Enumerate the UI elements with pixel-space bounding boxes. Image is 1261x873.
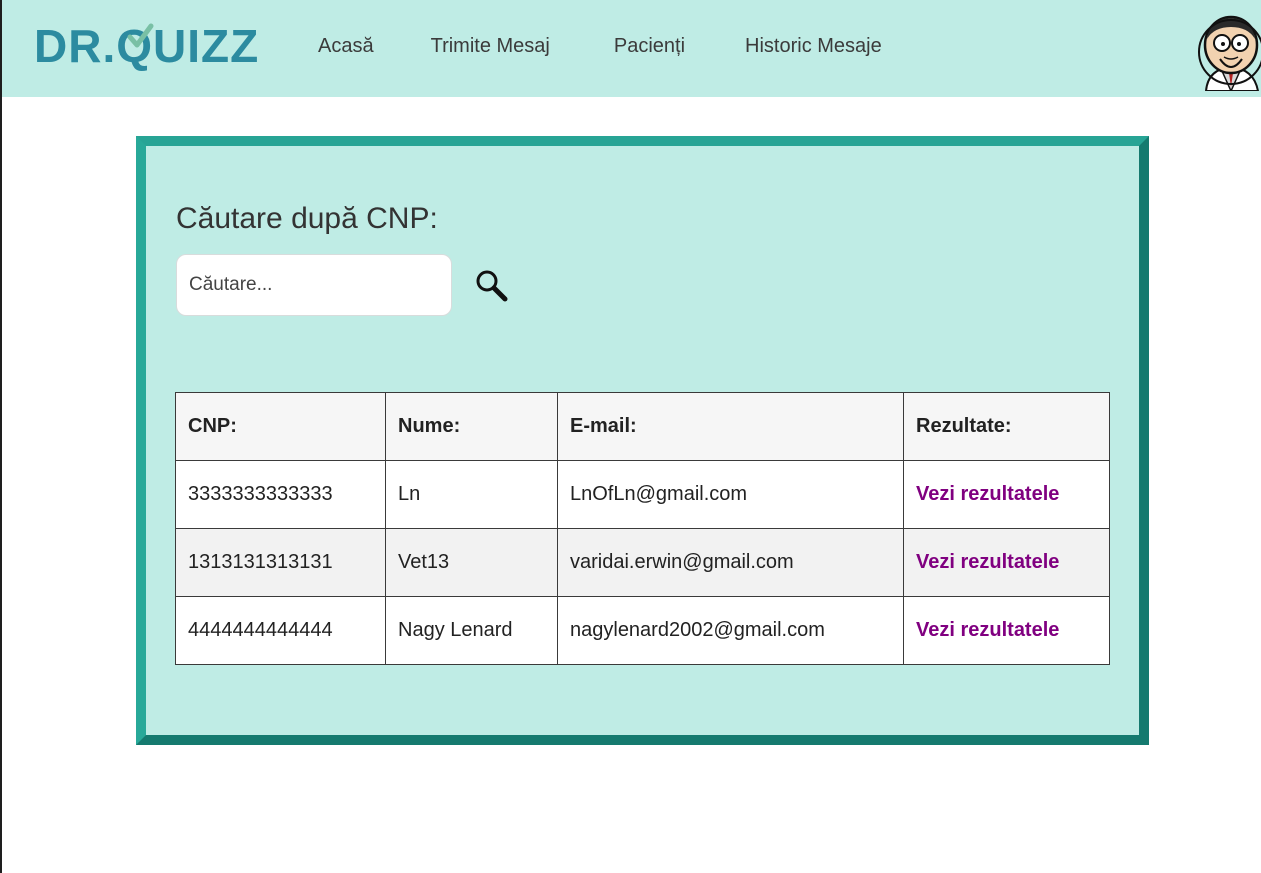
cell-rezultate: Vezi rezultatele	[903, 596, 1110, 665]
cell-email: LnOfLn@gmail.com	[557, 460, 904, 529]
table-row: 1313131313131 Vet13 varidai.erwin@gmail.…	[175, 528, 1110, 597]
header-email: E-mail:	[557, 392, 904, 461]
patients-table: CNP: Nume: E-mail: Rezultate: 3333333333…	[175, 392, 1110, 665]
logo-text-suffix: UIZZ	[153, 20, 260, 72]
cell-nume: Vet13	[385, 528, 558, 597]
cell-nume: Ln	[385, 460, 558, 529]
cell-cnp: 1313131313131	[175, 528, 386, 597]
main-nav: Acasă Trimite Mesaj Pacienți Historic Me…	[318, 35, 882, 58]
search-title: Căutare după CNP:	[176, 202, 438, 235]
header-rezultate: Rezultate:	[903, 392, 1110, 461]
logo-q-with-check: Q	[116, 18, 154, 74]
table-row: 4444444444444 Nagy Lenard nagylenard2002…	[175, 596, 1110, 665]
table-header-row: CNP: Nume: E-mail: Rezultate:	[175, 392, 1110, 461]
cell-email: nagylenard2002@gmail.com	[557, 596, 904, 665]
cell-cnp: 3333333333333	[175, 460, 386, 529]
brand-logo[interactable]: DR. Q UIZZ	[34, 18, 259, 74]
nav-link-trimite-mesaj[interactable]: Trimite Mesaj	[431, 35, 550, 58]
cell-rezultate: Vezi rezultatele	[903, 460, 1110, 529]
cell-nume: Nagy Lenard	[385, 596, 558, 665]
cnp-search-input[interactable]	[176, 254, 452, 316]
header-cnp: CNP:	[175, 392, 386, 461]
user-avatar-icon[interactable]	[1198, 13, 1261, 91]
search-icon[interactable]	[472, 266, 512, 306]
cell-rezultate: Vezi rezultatele	[903, 528, 1110, 597]
patient-search-panel: Căutare după CNP: CNP: Nume: E-mail: Rez…	[136, 136, 1149, 745]
view-results-link[interactable]: Vezi rezultatele	[916, 483, 1059, 505]
top-navbar: DR. Q UIZZ Acasă Trimite Mesaj Pacienți …	[2, 0, 1261, 97]
logo-text-prefix: DR.	[34, 20, 117, 72]
cell-email: varidai.erwin@gmail.com	[557, 528, 904, 597]
cell-cnp: 4444444444444	[175, 596, 386, 665]
checkmark-icon	[127, 23, 154, 48]
nav-link-pacienti[interactable]: Pacienți	[614, 35, 685, 58]
nav-link-acasa[interactable]: Acasă	[318, 35, 374, 58]
view-results-link[interactable]: Vezi rezultatele	[916, 619, 1059, 641]
header-nume: Nume:	[385, 392, 558, 461]
table-row: 3333333333333 Ln LnOfLn@gmail.com Vezi r…	[175, 460, 1110, 529]
view-results-link[interactable]: Vezi rezultatele	[916, 551, 1059, 573]
nav-link-historic-mesaje[interactable]: Historic Mesaje	[745, 35, 882, 58]
left-edge-divider	[0, 0, 2, 873]
